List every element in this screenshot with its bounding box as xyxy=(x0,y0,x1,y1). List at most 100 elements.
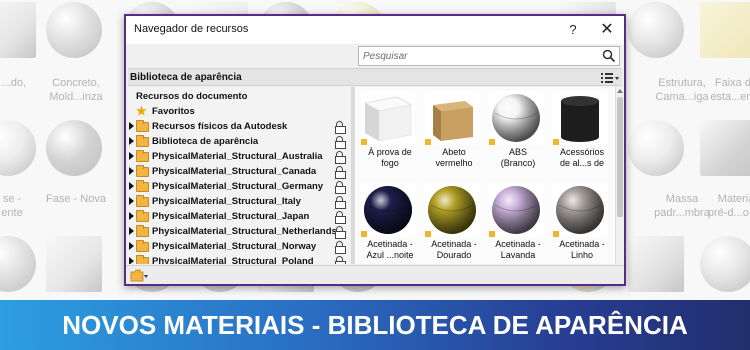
tree-item-label: Recursos físicos da Autodesk xyxy=(152,121,288,132)
tree-item[interactable]: PhysicalMaterial_Structural_Japan xyxy=(128,209,350,224)
tree-item-label: Recursos do documento xyxy=(136,91,248,102)
expand-arrow-icon[interactable] xyxy=(129,182,134,190)
material-swatch xyxy=(553,91,607,145)
expand-arrow-icon[interactable] xyxy=(129,152,134,160)
folder-icon xyxy=(136,225,149,237)
material-swatch xyxy=(361,91,415,145)
tree-item[interactable]: PhysicalMaterial_Structural_Canada xyxy=(128,164,350,179)
help-button[interactable]: ? xyxy=(562,20,584,40)
material-label: Abeto vermelho xyxy=(435,147,473,168)
lock-icon xyxy=(335,196,346,209)
expand-arrow-icon[interactable] xyxy=(129,122,134,130)
background-tile xyxy=(46,2,102,58)
material-tile[interactable]: ABS (Branco) xyxy=(487,89,549,179)
asset-browser-dialog: Navegador de recursos ? ✕ Biblioteca de … xyxy=(124,14,626,286)
tree-item-label: PhysicalMaterial_Structural_Australia xyxy=(152,151,323,162)
background-tile xyxy=(46,120,102,176)
view-options-icon[interactable] xyxy=(600,71,620,85)
material-label: À prova de fogo xyxy=(368,147,412,168)
expand-arrow-icon[interactable] xyxy=(129,212,134,220)
close-button[interactable]: ✕ xyxy=(596,20,618,40)
material-grid-scrollbar[interactable] xyxy=(615,87,624,264)
open-library-icon[interactable] xyxy=(130,269,148,282)
tree-item[interactable]: PhysicalMaterial_Structural_Netherlands xyxy=(128,224,350,239)
expand-arrow-icon[interactable] xyxy=(129,197,134,205)
tree-item-label: PhysicalMaterial_Structural_Norway xyxy=(152,241,317,252)
tree-item[interactable]: PhysicalMaterial_Structural_Germany xyxy=(128,179,350,194)
material-tile[interactable]: Acetinada - Linho xyxy=(551,181,613,264)
dialog-statusbar xyxy=(126,265,624,284)
background-tile xyxy=(0,120,36,176)
expand-arrow-icon[interactable] xyxy=(129,242,134,250)
material-swatch xyxy=(489,91,543,145)
lock-icon xyxy=(335,181,346,194)
dialog-titlebar[interactable]: Navegador de recursos ? ✕ xyxy=(126,16,624,44)
folder-icon xyxy=(136,180,149,192)
search-icon[interactable] xyxy=(602,49,616,63)
search-input[interactable] xyxy=(359,47,597,65)
expand-arrow-icon[interactable] xyxy=(129,137,134,145)
material-swatch xyxy=(361,183,415,237)
background-tile xyxy=(628,2,684,58)
material-badge-icon xyxy=(425,139,431,145)
background-caption: Fase - Nova xyxy=(46,193,106,205)
material-label: Acessórios de al...s de xyxy=(559,147,605,168)
tree-item[interactable]: PhysicalMaterial_Structural_Poland xyxy=(128,254,350,264)
material-tile[interactable]: Abeto vermelho xyxy=(423,89,485,179)
expand-arrow-icon[interactable] xyxy=(129,257,134,264)
material-label: Acetinada - Linho xyxy=(559,239,605,260)
library-header: Biblioteca de aparência xyxy=(128,68,622,86)
folder-icon xyxy=(136,165,149,177)
material-tile[interactable]: Acetinada - Lavanda xyxy=(487,181,549,264)
tree-item-label: PhysicalMaterial_Structural_Germany xyxy=(152,181,324,192)
material-label: Acetinada - Azul ...noite xyxy=(366,239,414,260)
tree-item-label: PhysicalMaterial_Structural_Japan xyxy=(152,211,310,222)
lock-icon xyxy=(335,166,346,179)
footer-banner: NOVOS MATERIAIS - BIBLIOTECA DE APARÊNCI… xyxy=(0,300,750,350)
material-tile[interactable]: Acessórios de al...s de xyxy=(551,89,613,179)
background-tile xyxy=(700,236,750,292)
material-badge-icon xyxy=(489,139,495,145)
tree-item[interactable]: Biblioteca de aparência xyxy=(128,134,350,149)
material-swatch xyxy=(425,183,479,237)
material-badge-icon xyxy=(553,139,559,145)
expand-arrow-icon[interactable] xyxy=(129,227,134,235)
material-tile[interactable]: Acetinada - Azul ...noite xyxy=(359,181,421,264)
material-swatch xyxy=(425,91,479,145)
tree-item[interactable]: Recursos do documento xyxy=(128,89,350,104)
lock-icon xyxy=(335,211,346,224)
tree-item[interactable]: ★ Favoritos xyxy=(128,104,350,119)
material-label: Acetinada - Dourado xyxy=(431,239,477,260)
material-badge-icon xyxy=(361,231,367,237)
folder-icon xyxy=(136,240,149,252)
background-tile xyxy=(0,236,36,292)
tree-item[interactable]: Recursos físicos da Autodesk xyxy=(128,119,350,134)
material-tile[interactable]: À prova de fogo xyxy=(359,89,421,179)
tree-item-label: PhysicalMaterial_Structural_Netherlands xyxy=(152,226,337,237)
background-caption: Materiapré-d...o de xyxy=(707,193,750,219)
banner-title: NOVOS MATERIAIS - BIBLIOTECA DE APARÊNCI… xyxy=(62,310,688,340)
material-swatch xyxy=(553,183,607,237)
library-tree: Recursos do documento ★ Favoritos Recursos … xyxy=(128,87,350,264)
search-box[interactable] xyxy=(358,46,620,66)
tree-item-label: PhysicalMaterial_Structural_Canada xyxy=(152,166,317,177)
background-tile xyxy=(700,120,750,176)
background-tile xyxy=(700,2,750,58)
expand-arrow-icon[interactable] xyxy=(129,167,134,175)
material-swatch xyxy=(489,183,543,237)
scroll-up-arrow-icon[interactable] xyxy=(617,89,623,93)
library-header-label: Biblioteca de aparência xyxy=(130,72,242,83)
material-tile[interactable]: Acetinada - Dourado xyxy=(423,181,485,264)
tree-item[interactable]: PhysicalMaterial_Structural_Italy xyxy=(128,194,350,209)
dialog-title: Navegador de recursos xyxy=(134,23,249,35)
folder-icon xyxy=(136,120,149,132)
material-label: ABS (Branco) xyxy=(500,147,536,168)
material-grid: À prova de fogo Abeto vermelho ABS (Branco) Ac… xyxy=(355,87,615,264)
folder-icon xyxy=(136,135,149,147)
scroll-thumb[interactable] xyxy=(617,97,623,217)
background-tile xyxy=(628,120,684,176)
tree-item[interactable]: PhysicalMaterial_Structural_Australia xyxy=(128,149,350,164)
tree-item[interactable]: PhysicalMaterial_Structural_Norway xyxy=(128,239,350,254)
lock-icon xyxy=(335,151,346,164)
tree-item-label: PhysicalMaterial_Structural_Poland xyxy=(152,256,314,264)
